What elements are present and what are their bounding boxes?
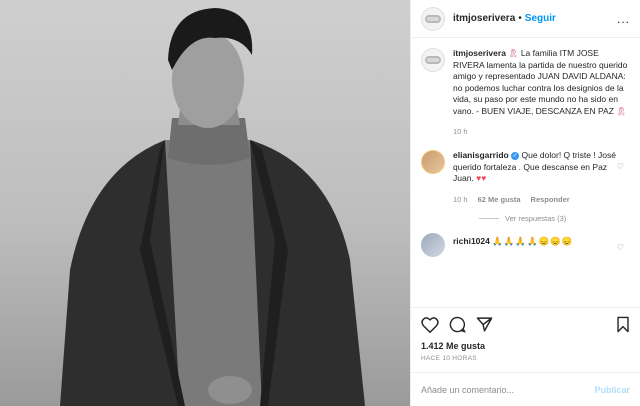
more-options-icon[interactable]: ... xyxy=(617,12,630,26)
view-replies-label: Ver respuestas (3) xyxy=(505,213,567,223)
comment-likes[interactable]: 62 Me gusta xyxy=(478,195,521,204)
itm-logo-icon xyxy=(425,14,441,23)
comment-text-block: richi1024 🙏🙏🙏🙏😞😞😞 xyxy=(453,233,573,257)
comment-like-heart-icon[interactable]: ♡ xyxy=(617,243,624,252)
commenter-avatar[interactable] xyxy=(421,150,445,174)
post-timestamp[interactable]: HACE 10 HORAS xyxy=(411,351,640,362)
caption-meta: 10 h xyxy=(453,127,630,136)
ribbon-icon: 🎗 xyxy=(508,49,519,58)
caption-username[interactable]: itmjoserivera xyxy=(453,48,506,58)
comment-text-block: elianisgarrido ✓ Que dolor! Q triste ! J… xyxy=(453,150,618,185)
header-separator: • xyxy=(518,13,522,24)
ribbon-icon: 🎗 xyxy=(616,106,627,116)
commenter-avatar[interactable] xyxy=(421,232,445,257)
action-bar xyxy=(411,307,640,341)
author-username[interactable]: itmjoserivera xyxy=(453,13,515,24)
view-replies-button[interactable]: Ver respuestas (3) xyxy=(479,214,630,223)
man-portrait-illustration xyxy=(60,8,365,406)
author-avatar[interactable] xyxy=(421,6,445,31)
comment-username[interactable]: elianisgarrido xyxy=(453,150,509,160)
comment-item: richi1024 🙏🙏🙏🙏😞😞😞 ♡ xyxy=(421,232,630,257)
reply-button[interactable]: Responder xyxy=(531,195,570,204)
caption-text: La familia ITM JOSE RIVERA lamenta la pa… xyxy=(453,48,628,116)
comment-username[interactable]: richi1024 xyxy=(453,236,490,246)
comment-meta: 10 h 62 Me gusta Responder xyxy=(453,195,618,204)
verified-icon: ✓ xyxy=(511,151,520,160)
post-side-panel: itmjoserivera • Seguir ... itmjoserivera… xyxy=(410,0,640,406)
comment-input[interactable] xyxy=(421,384,595,395)
heart-icon[interactable] xyxy=(421,316,439,333)
likes-count[interactable]: 1.412 Me gusta xyxy=(411,341,640,351)
comment-item: elianisgarrido ✓ Que dolor! Q triste ! J… xyxy=(421,150,630,204)
add-comment-bar: Publicar xyxy=(411,372,640,406)
follow-button[interactable]: Seguir xyxy=(525,13,556,24)
caption-text-block: itmjoserivera 🎗 La familia ITM JOSE RIVE… xyxy=(453,48,630,117)
instagram-post: itmjoserivera • Seguir ... itmjoserivera… xyxy=(0,0,640,406)
comment-text: 🙏🙏🙏🙏😞😞😞 xyxy=(492,235,574,246)
itm-logo-icon xyxy=(425,56,441,64)
hearts-emoji: ♥♥ xyxy=(476,173,487,183)
post-header: itmjoserivera • Seguir ... xyxy=(411,0,640,38)
caption: itmjoserivera 🎗 La familia ITM JOSE RIVE… xyxy=(421,48,630,136)
comment-like-heart-icon[interactable]: ♡ xyxy=(617,162,624,171)
share-icon[interactable] xyxy=(476,316,493,333)
comment-time[interactable]: 10 h xyxy=(453,195,468,204)
bookmark-icon[interactable] xyxy=(616,316,630,333)
comments-section[interactable]: itmjoserivera 🎗 La familia ITM JOSE RIVE… xyxy=(411,38,640,307)
caption-avatar[interactable] xyxy=(421,48,445,72)
caption-time[interactable]: 10 h xyxy=(453,127,468,136)
replies-divider xyxy=(479,217,499,219)
comment-icon[interactable] xyxy=(449,316,466,333)
publish-button[interactable]: Publicar xyxy=(594,385,630,395)
post-photo[interactable] xyxy=(0,0,410,406)
